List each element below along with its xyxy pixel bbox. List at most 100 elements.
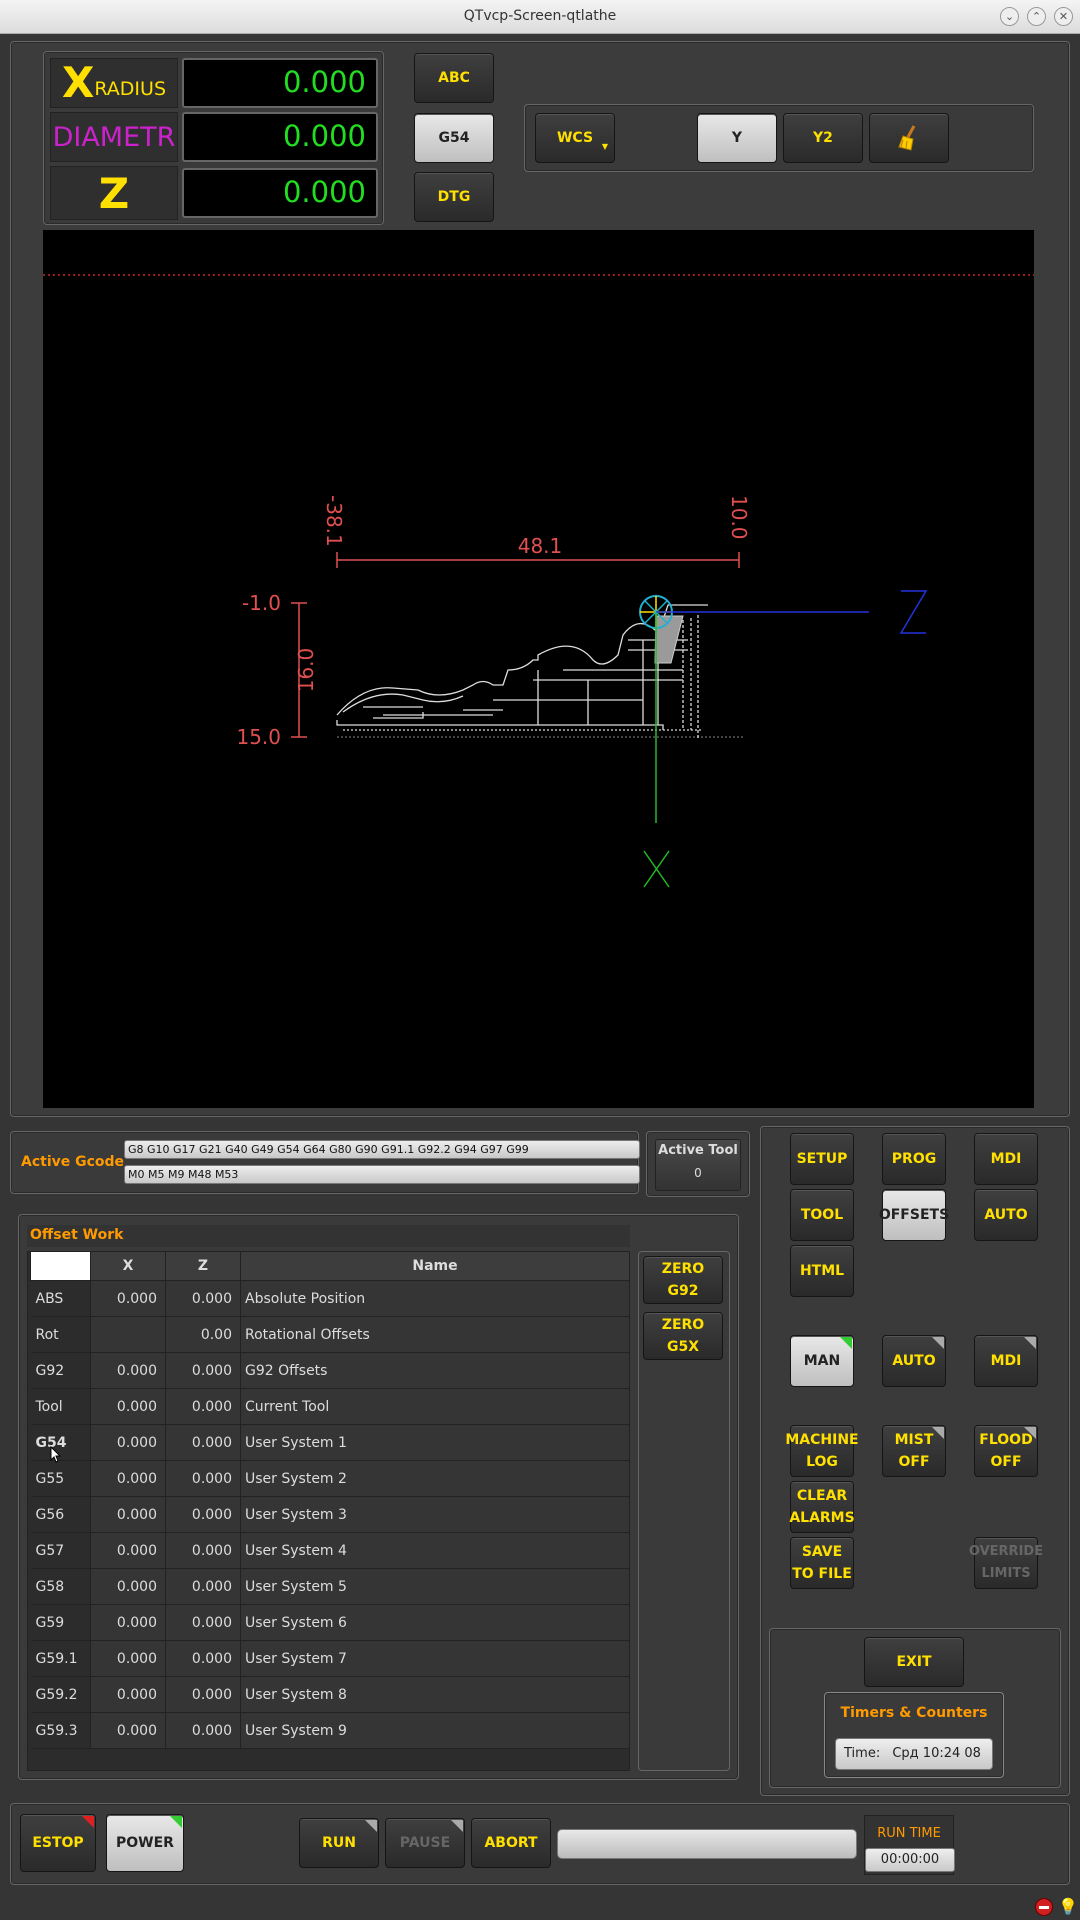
tab-tool[interactable]: TOOL — [790, 1189, 854, 1241]
row-id: G59.1 — [30, 1640, 91, 1677]
cell-x[interactable] — [90, 1316, 166, 1353]
clear-alarms-button[interactable]: CLEAR ALARMS — [789, 1481, 855, 1533]
cell-z[interactable]: 0.000 — [165, 1640, 241, 1677]
header-x[interactable]: X — [90, 1251, 166, 1281]
tab-mdi[interactable]: MDI — [974, 1133, 1038, 1185]
clear-label-1: CLEAR — [796, 1488, 848, 1504]
cell-z[interactable]: 0.000 — [165, 1280, 241, 1317]
time-label: Time: — [844, 1746, 881, 1761]
cell-x[interactable]: 0.000 — [90, 1640, 166, 1677]
table-row[interactable]: Tool 0.000 0.000 Current Tool — [30, 1388, 630, 1425]
mode-mdi-button[interactable]: MDI — [974, 1335, 1038, 1387]
cell-name[interactable]: User System 5 — [240, 1568, 630, 1605]
cell-z[interactable]: 0.000 — [165, 1388, 241, 1425]
tab-offsets[interactable]: OFFSETS — [879, 1189, 949, 1241]
dro-diameter-label: DIAMETR — [50, 112, 178, 162]
save-to-file-button[interactable]: SAVE TO FILE — [790, 1537, 854, 1589]
view-y2-button[interactable]: Y2 — [783, 113, 863, 163]
cell-name[interactable]: User System 4 — [240, 1532, 630, 1569]
cell-z[interactable]: 0.00 — [165, 1316, 241, 1353]
cell-z[interactable]: 0.000 — [165, 1676, 241, 1713]
run-label: RUN — [322, 1835, 356, 1851]
zero-g92-button[interactable]: ZERO G92 — [643, 1256, 723, 1304]
header-z[interactable]: Z — [165, 1251, 241, 1281]
minimize-icon[interactable]: ⌄ — [1000, 7, 1019, 26]
table-row[interactable]: ABS 0.000 0.000 Absolute Position — [30, 1280, 630, 1317]
error-status-icon[interactable] — [1035, 1898, 1053, 1916]
cell-z[interactable]: 0.000 — [165, 1460, 241, 1497]
header-corner[interactable] — [30, 1251, 91, 1281]
mode-auto-label: AUTO — [892, 1353, 936, 1369]
table-row[interactable]: Rot 0.00 Rotational Offsets — [30, 1316, 630, 1353]
pause-button[interactable]: PAUSE — [385, 1818, 465, 1868]
cell-name[interactable]: G92 Offsets — [240, 1352, 630, 1389]
cell-name[interactable]: User System 6 — [240, 1604, 630, 1641]
table-row[interactable]: G58 0.000 0.000 User System 5 — [30, 1568, 630, 1605]
view-y-button[interactable]: Y — [697, 113, 777, 163]
wcs-button[interactable]: WCS ▼ — [535, 113, 615, 163]
table-row[interactable]: G57 0.000 0.000 User System 4 — [30, 1532, 630, 1569]
clear-plot-button[interactable] — [869, 113, 949, 163]
cell-z[interactable]: 0.000 — [165, 1568, 241, 1605]
mode-auto-button[interactable]: AUTO — [882, 1335, 946, 1387]
cell-x[interactable]: 0.000 — [90, 1676, 166, 1713]
cell-x[interactable]: 0.000 — [90, 1352, 166, 1389]
estop-button[interactable]: ESTOP — [20, 1814, 96, 1872]
cell-x[interactable]: 0.000 — [90, 1568, 166, 1605]
flood-button[interactable]: FLOOD OFF — [974, 1425, 1038, 1477]
cell-name[interactable]: Absolute Position — [240, 1280, 630, 1317]
table-row[interactable]: G59.3 0.000 0.000 User System 9 — [30, 1712, 630, 1749]
cell-name[interactable]: User System 9 — [240, 1712, 630, 1749]
cell-z[interactable]: 0.000 — [165, 1532, 241, 1569]
cell-x[interactable]: 0.000 — [90, 1424, 166, 1461]
table-row[interactable]: G55 0.000 0.000 User System 2 — [30, 1460, 630, 1497]
cell-x[interactable]: 0.000 — [90, 1388, 166, 1425]
close-icon[interactable]: ✕ — [1054, 7, 1073, 26]
cell-x[interactable]: 0.000 — [90, 1532, 166, 1569]
table-row[interactable]: G59.2 0.000 0.000 User System 8 — [30, 1676, 630, 1713]
header-name[interactable]: Name — [240, 1251, 630, 1281]
dro-g54-button[interactable]: G54 — [414, 113, 494, 163]
cell-name[interactable]: User System 8 — [240, 1676, 630, 1713]
maximize-icon[interactable]: ⌃ — [1027, 7, 1046, 26]
cell-z[interactable]: 0.000 — [165, 1604, 241, 1641]
cell-x[interactable]: 0.000 — [90, 1280, 166, 1317]
table-row[interactable]: G56 0.000 0.000 User System 3 — [30, 1496, 630, 1533]
zero-g5x-button[interactable]: ZERO G5X — [643, 1312, 723, 1360]
table-row[interactable]: G92 0.000 0.000 G92 Offsets — [30, 1352, 630, 1389]
tab-auto[interactable]: AUTO — [974, 1189, 1038, 1241]
table-row[interactable]: G59 0.000 0.000 User System 6 — [30, 1604, 630, 1641]
cell-z[interactable]: 0.000 — [165, 1424, 241, 1461]
cell-x[interactable]: 0.000 — [90, 1460, 166, 1497]
cell-x[interactable]: 0.000 — [90, 1712, 166, 1749]
exit-button[interactable]: EXIT — [864, 1637, 964, 1687]
active-tool-value: 0 — [694, 1166, 702, 1180]
cell-x[interactable]: 0.000 — [90, 1496, 166, 1533]
cell-name[interactable]: Rotational Offsets — [240, 1316, 630, 1353]
dro-dtg-button[interactable]: DTG — [414, 172, 494, 222]
lightbulb-icon[interactable]: 💡 — [1058, 1897, 1078, 1917]
power-button[interactable]: POWER — [106, 1814, 184, 1872]
run-button[interactable]: RUN — [299, 1818, 379, 1868]
cell-z[interactable]: 0.000 — [165, 1496, 241, 1533]
cell-name[interactable]: User System 7 — [240, 1640, 630, 1677]
tab-html[interactable]: HTML — [790, 1245, 854, 1297]
cell-x[interactable]: 0.000 — [90, 1604, 166, 1641]
cell-z[interactable]: 0.000 — [165, 1712, 241, 1749]
tab-prog[interactable]: PROG — [882, 1133, 946, 1185]
mist-button[interactable]: MIST OFF — [882, 1425, 946, 1477]
machine-log-button[interactable]: MACHINE LOG — [785, 1425, 859, 1477]
cell-name[interactable]: User System 2 — [240, 1460, 630, 1497]
cell-z[interactable]: 0.000 — [165, 1352, 241, 1389]
gcode-preview[interactable]: 48.1 -38.1 10.0 -1.0 15.0 16.0 — [43, 230, 1034, 1108]
mode-manual-button[interactable]: MAN — [790, 1335, 854, 1387]
table-row[interactable]: G59.1 0.000 0.000 User System 7 — [30, 1640, 630, 1677]
abort-button[interactable]: ABORT — [471, 1818, 551, 1868]
cell-name[interactable]: Current Tool — [240, 1388, 630, 1425]
table-row[interactable]: G54 0.000 0.000 User System 1 — [30, 1424, 630, 1461]
tab-setup[interactable]: SETUP — [790, 1133, 854, 1185]
dro-abc-button[interactable]: ABC — [414, 53, 494, 103]
cell-name[interactable]: User System 1 — [240, 1424, 630, 1461]
cell-name[interactable]: User System 3 — [240, 1496, 630, 1533]
override-limits-button[interactable]: OVERRIDE LIMITS — [969, 1537, 1043, 1589]
